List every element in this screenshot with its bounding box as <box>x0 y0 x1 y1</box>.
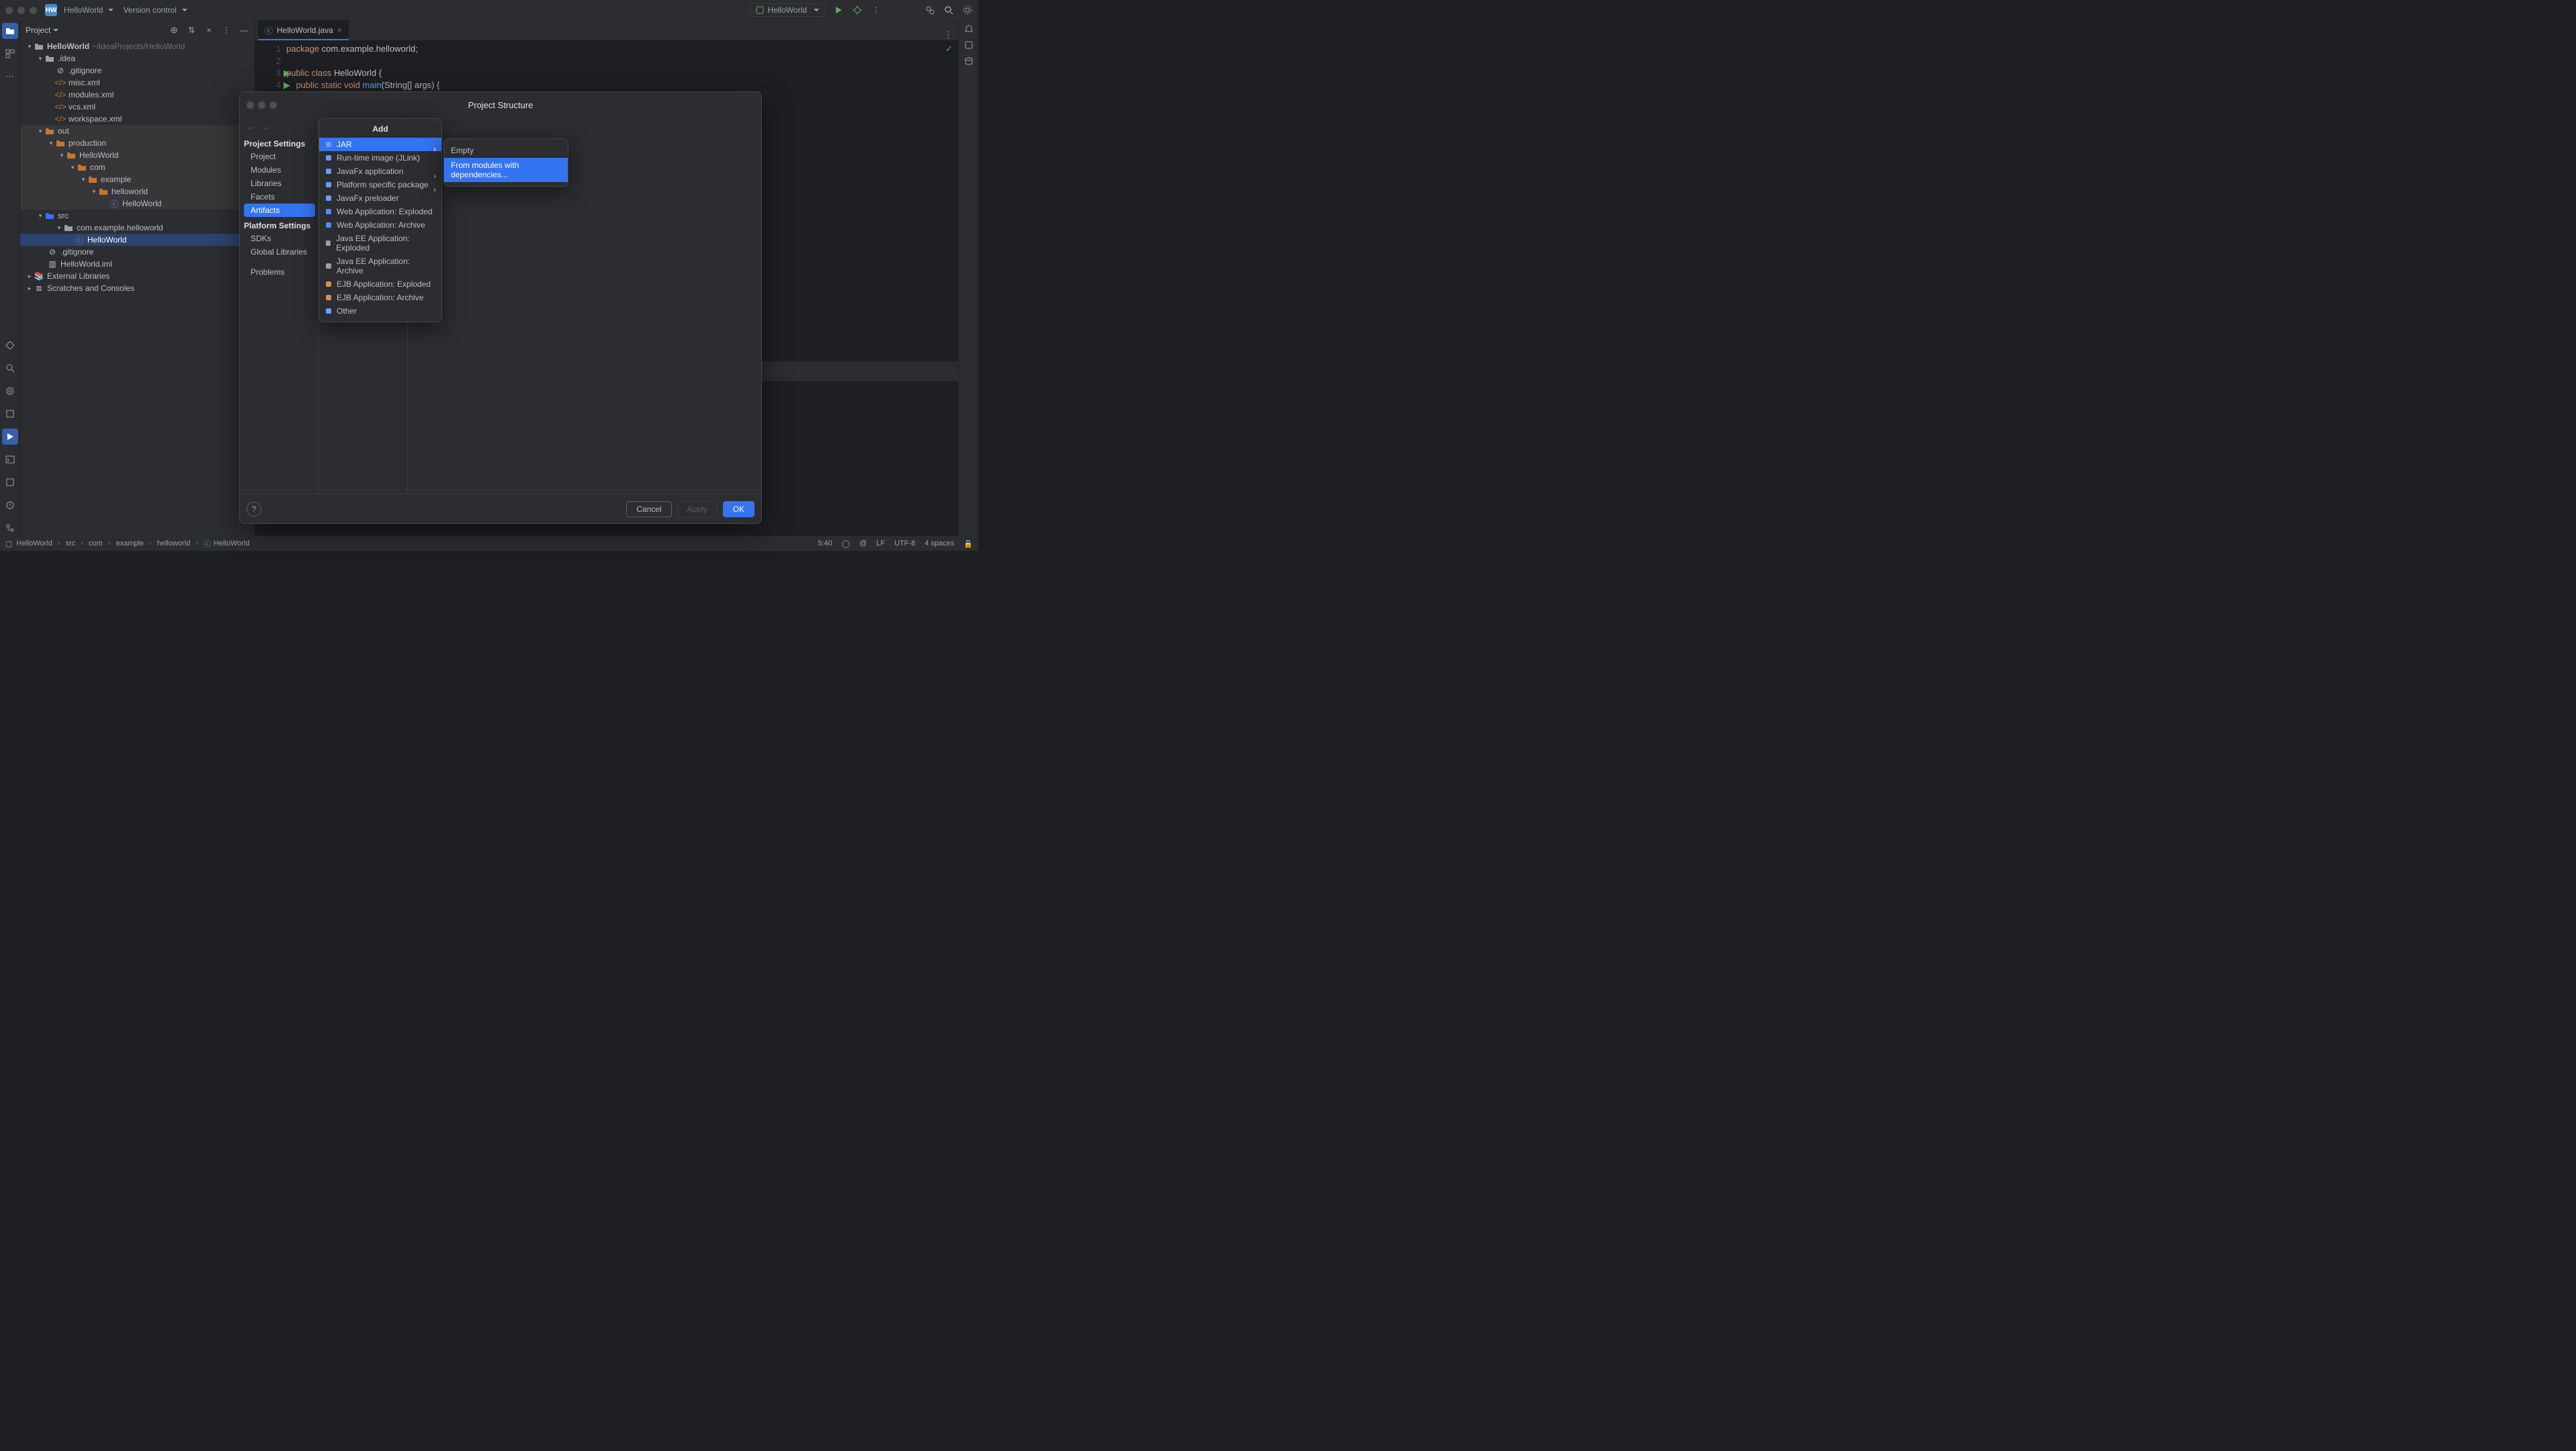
menu-label: JavaFx preloader <box>337 193 399 203</box>
sidebar-item-project[interactable]: Project <box>244 150 315 163</box>
back-icon[interactable]: ← <box>247 122 255 132</box>
menu-label: EJB Application: Archive <box>337 293 423 302</box>
submenu-item-empty[interactable]: Empty <box>444 143 568 158</box>
apply-button[interactable]: Apply <box>677 501 718 517</box>
menu-item-other[interactable]: Other <box>319 304 441 318</box>
submenu-item-from-modules[interactable]: From modules with dependencies... <box>444 158 568 182</box>
add-artifact-popup: Add JAR Run-time image (JLink) JavaFx ap… <box>318 118 442 322</box>
menu-label: EJB Application: Exploded <box>337 279 431 289</box>
menu-item-web-exploded[interactable]: Web Application: Exploded <box>319 205 441 218</box>
menu-item-jee-archive[interactable]: Java EE Application: Archive <box>319 255 441 277</box>
sidebar-section: Platform Settings <box>244 221 315 230</box>
menu-item-web-archive[interactable]: Web Application: Archive <box>319 218 441 232</box>
dialog-title: Project Structure <box>468 100 533 110</box>
popup-title: Add <box>319 123 441 138</box>
dialog-footer: ? Cancel Apply OK <box>240 494 761 523</box>
menu-label: Platform specific package <box>337 180 429 189</box>
menu-label: Web Application: Archive <box>337 220 425 230</box>
modal-overlay: Project Structure ← → Project Settings P… <box>0 0 2576 1451</box>
dialog-titlebar: Project Structure <box>240 92 761 118</box>
menu-label: JAR <box>337 140 352 149</box>
dialog-nav: ← → <box>247 122 269 132</box>
sidebar-item-sdks[interactable]: SDKs <box>244 232 315 245</box>
menu-item-jlink[interactable]: Run-time image (JLink) <box>319 151 441 165</box>
ok-button[interactable]: OK <box>723 501 755 517</box>
menu-item-jar[interactable]: JAR <box>319 138 441 151</box>
sidebar-item-facets[interactable]: Facets <box>244 190 315 204</box>
cancel-button[interactable]: Cancel <box>626 501 671 517</box>
menu-label: Other <box>337 306 357 316</box>
menu-label: Run-time image (JLink) <box>337 153 420 163</box>
sidebar-item-artifacts[interactable]: Artifacts <box>244 204 315 217</box>
menu-item-javafx-app[interactable]: JavaFx application <box>319 165 441 178</box>
menu-label: JavaFx application <box>337 167 403 176</box>
sidebar-section: Project Settings <box>244 139 315 148</box>
menu-item-ejb-archive[interactable]: EJB Application: Archive <box>319 291 441 304</box>
menu-item-javafx-preloader[interactable]: JavaFx preloader <box>319 191 441 205</box>
sidebar-item-problems[interactable]: Problems <box>244 265 315 279</box>
dialog-sidebar: Project Settings Project Modules Librari… <box>240 118 318 494</box>
menu-item-ejb-exploded[interactable]: EJB Application: Exploded <box>319 277 441 291</box>
forward-icon[interactable]: → <box>261 122 269 132</box>
sidebar-item-libraries[interactable]: Libraries <box>244 177 315 190</box>
menu-item-platform-pkg[interactable]: Platform specific package <box>319 178 441 191</box>
sidebar-item-modules[interactable]: Modules <box>244 163 315 177</box>
menu-item-jee-exploded[interactable]: Java EE Application: Exploded <box>319 232 441 255</box>
sidebar-item-global-libraries[interactable]: Global Libraries <box>244 245 315 259</box>
jar-submenu: Empty From modules with dependencies... <box>443 138 568 187</box>
menu-label: Java EE Application: Archive <box>337 257 435 275</box>
menu-label: Java EE Application: Exploded <box>336 234 435 253</box>
help-button[interactable]: ? <box>247 502 261 517</box>
menu-label: Web Application: Exploded <box>337 207 433 216</box>
dialog-window-controls[interactable] <box>247 101 277 109</box>
